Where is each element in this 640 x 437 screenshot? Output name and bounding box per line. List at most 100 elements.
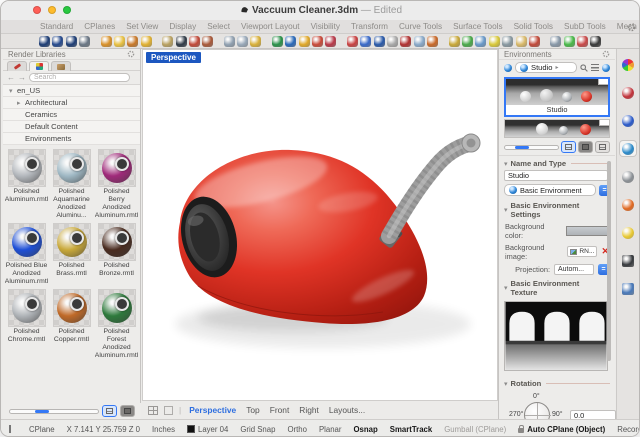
menu-tab[interactable]: CPlanes — [79, 21, 120, 32]
light-flag-2-icon[interactable] — [202, 36, 213, 47]
library-brush-tab[interactable] — [7, 61, 27, 71]
material-item[interactable]: Polished Aluminum.rmtl — [5, 149, 49, 220]
color-pie-icon[interactable] — [347, 36, 358, 47]
render-icon[interactable] — [39, 36, 50, 47]
material-item[interactable]: Polished Brass.rmtl — [50, 223, 94, 286]
viewport-tab[interactable]: Perspective — [187, 405, 238, 415]
tree-item[interactable]: Default Content — [3, 121, 140, 133]
toggle-light-icon[interactable] — [176, 36, 187, 47]
tree-item[interactable]: Ceramics — [3, 109, 140, 121]
safe-frame-icon[interactable] — [550, 36, 561, 47]
search-icon[interactable] — [580, 64, 588, 72]
panel-gear-icon[interactable] — [602, 50, 610, 58]
point-light-icon[interactable] — [114, 36, 125, 47]
pencil-light-icon[interactable] — [162, 36, 173, 47]
move-light-icon[interactable] — [224, 36, 235, 47]
record-icon[interactable] — [577, 36, 588, 47]
perspective-viewport[interactable]: Perspective — [142, 49, 498, 401]
texture-preview[interactable] — [504, 301, 608, 371]
screen-icon[interactable] — [400, 36, 411, 47]
status-item[interactable]: Record Hi — [617, 425, 640, 434]
render-window-icon[interactable] — [79, 36, 90, 47]
panel-toggle-icon[interactable] — [9, 425, 11, 433]
panel-scrollbar[interactable] — [607, 161, 611, 361]
light-flag-icon[interactable] — [189, 36, 200, 47]
material-item[interactable]: Polished Chrome.rmtl — [5, 289, 49, 358]
ball-icon[interactable] — [427, 36, 438, 47]
gear-red-icon[interactable] — [529, 36, 540, 47]
menu-tab[interactable]: Curve Tools — [394, 21, 447, 32]
tree-item[interactable]: ▸Architectural — [3, 97, 140, 109]
section-name-and-type[interactable]: ▾Name and Type — [499, 156, 615, 169]
slider-handle[interactable] — [515, 146, 529, 149]
viewport-tab[interactable]: Top — [244, 405, 262, 415]
tree-item[interactable]: ▾en_US — [3, 85, 140, 97]
status-item[interactable]: Auto CPlane (Object) — [518, 425, 605, 434]
material-item[interactable]: Polished Bronze.rmtl — [95, 223, 139, 286]
viewport-tab[interactable]: Layouts... — [327, 405, 367, 415]
status-item[interactable]: SmartTrack — [390, 425, 432, 434]
monitor-icon[interactable] — [502, 36, 513, 47]
play-icon[interactable] — [564, 36, 575, 47]
brush-icon[interactable] — [449, 36, 460, 47]
status-item[interactable]: Planar — [319, 425, 342, 434]
status-item[interactable]: Inches — [152, 425, 175, 434]
menu-tab[interactable]: Visibility — [306, 21, 345, 32]
projection-dropdown[interactable]: Autom... — [554, 264, 594, 275]
env-tree-view-button[interactable] — [595, 141, 610, 153]
render-settings-icon[interactable] — [66, 36, 77, 47]
status-item[interactable]: Osnap — [353, 425, 377, 434]
earth-icon[interactable] — [374, 36, 385, 47]
library-textures-tab[interactable] — [51, 61, 71, 71]
material-item[interactable]: Polished Blue Anodized Aluminum.rmtl — [5, 223, 49, 286]
spotlight-icon[interactable] — [101, 36, 112, 47]
environment-type-dropdown[interactable]: Basic Environment — [504, 184, 596, 196]
material-item[interactable]: Polished Forest Anodized Aluminum.rmtl — [95, 289, 139, 358]
menu-icon[interactable] — [591, 64, 599, 71]
minimize-window-icon[interactable] — [48, 6, 56, 14]
folder-icon[interactable] — [516, 36, 527, 47]
menu-tab[interactable]: Display — [164, 21, 201, 32]
background-color-swatch[interactable] — [566, 226, 609, 236]
detail-view-button[interactable] — [120, 405, 135, 417]
sun-study-icon[interactable] — [299, 36, 310, 47]
panel-gear-icon[interactable] — [127, 50, 135, 58]
forward-icon[interactable]: → — [18, 73, 26, 82]
menu-tab[interactable]: Solid Tools — [509, 21, 558, 32]
section-rotation[interactable]: ▾Rotation — [499, 376, 615, 389]
tree-item[interactable]: Environments — [3, 133, 140, 145]
status-item[interactable]: CPlane — [29, 425, 55, 434]
menu-tab[interactable]: Select — [202, 21, 235, 32]
environment-thumbnail-2[interactable] — [504, 119, 610, 138]
environment-editor-icon[interactable] — [272, 36, 283, 47]
environment-icon[interactable] — [285, 36, 296, 47]
library-materials-tab[interactable] — [29, 61, 49, 71]
bulb-icon[interactable] — [489, 36, 500, 47]
back-icon[interactable]: ← — [7, 73, 15, 82]
grid-view-button[interactable] — [102, 405, 117, 417]
section-basic-environment-settings[interactable]: ▾Basic Environment Settings — [499, 198, 615, 220]
turntable-icon[interactable] — [590, 36, 601, 47]
menu-tab[interactable]: Set View — [121, 21, 163, 32]
environment-selector[interactable]: Studio ▸ — [515, 62, 577, 73]
status-item[interactable]: Ortho — [287, 425, 307, 434]
rotate-light-icon[interactable] — [237, 36, 248, 47]
zoom-window-icon[interactable] — [63, 6, 71, 14]
env-list-view-button[interactable] — [578, 141, 593, 153]
background-image-button[interactable]: RN... — [567, 246, 597, 257]
rectangular-light-icon[interactable] — [141, 36, 152, 47]
environment-thumbnail-selected[interactable]: Studio — [504, 77, 610, 117]
shell-icon[interactable] — [387, 36, 398, 47]
menubar-gear-icon[interactable] — [627, 23, 636, 32]
viewport-tab[interactable]: Right — [297, 405, 321, 415]
four-view-icon[interactable] — [148, 406, 158, 415]
menu-tab[interactable]: Transform — [346, 21, 393, 32]
close-window-icon[interactable] — [33, 6, 41, 14]
globe-icon[interactable] — [602, 64, 610, 72]
sun-icon[interactable] — [312, 36, 323, 47]
fog-icon[interactable] — [414, 36, 425, 47]
menu-tab[interactable]: Surface Tools — [448, 21, 507, 32]
status-item[interactable]: X 7.141 Y 25.759 Z 0 — [67, 425, 140, 434]
material-item[interactable]: Polished Aquamarine Anodized Aluminu... — [50, 149, 94, 220]
directional-light-icon[interactable] — [127, 36, 138, 47]
